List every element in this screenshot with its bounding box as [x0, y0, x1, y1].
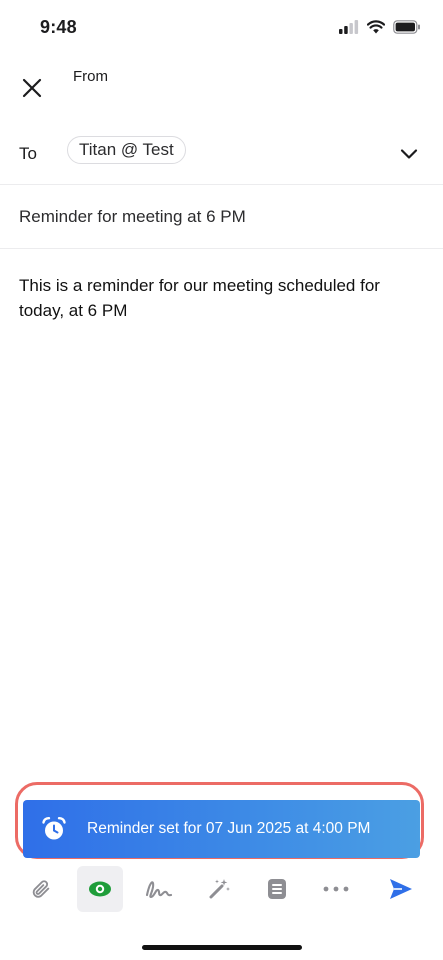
status-time: 9:48: [40, 17, 77, 37]
cellular-signal-icon: [339, 20, 359, 34]
wifi-icon: [367, 20, 385, 34]
message-body[interactable]: This is a reminder for our meeting sched…: [19, 273, 424, 323]
battery-icon: [393, 20, 420, 34]
more-icon: [323, 886, 349, 892]
signature-icon: [145, 881, 173, 899]
send-icon: [390, 879, 412, 899]
status-icons: [339, 20, 421, 34]
signature-button[interactable]: [136, 866, 182, 912]
template-button[interactable]: [254, 866, 300, 912]
ai-assist-button[interactable]: [196, 866, 242, 912]
chevron-down-icon: [400, 149, 418, 159]
home-indicator[interactable]: [142, 945, 302, 950]
alarm-clock-icon: [42, 817, 66, 840]
expand-recipients-button[interactable]: [395, 140, 423, 168]
attach-button[interactable]: [18, 866, 64, 912]
send-button[interactable]: [378, 866, 424, 912]
subject-row[interactable]: Reminder for meeting at 6 PM: [0, 185, 443, 249]
magic-wand-icon: [209, 879, 230, 899]
from-field[interactable]: From: [73, 68, 108, 85]
compose-toolbar: [0, 866, 443, 914]
status-bar: 9:48: [0, 0, 443, 56]
to-label: To: [19, 144, 37, 163]
template-icon: [268, 879, 286, 899]
reminder-banner[interactable]: Reminder set for 07 Jun 2025 at 4:00 PM: [23, 800, 420, 858]
close-button[interactable]: [14, 70, 50, 106]
more-button[interactable]: [313, 866, 359, 912]
recipient-chip[interactable]: Titan @ Test: [67, 136, 186, 164]
read-receipt-button[interactable]: [77, 866, 123, 912]
close-icon: [22, 78, 42, 98]
eye-icon: [89, 881, 111, 897]
reminder-text: Reminder set for 07 Jun 2025 at 4:00 PM: [87, 820, 371, 837]
attachment-icon: [32, 880, 50, 898]
to-row: To Titan @ Test: [0, 128, 443, 185]
subject-field[interactable]: Reminder for meeting at 6 PM: [19, 207, 246, 227]
